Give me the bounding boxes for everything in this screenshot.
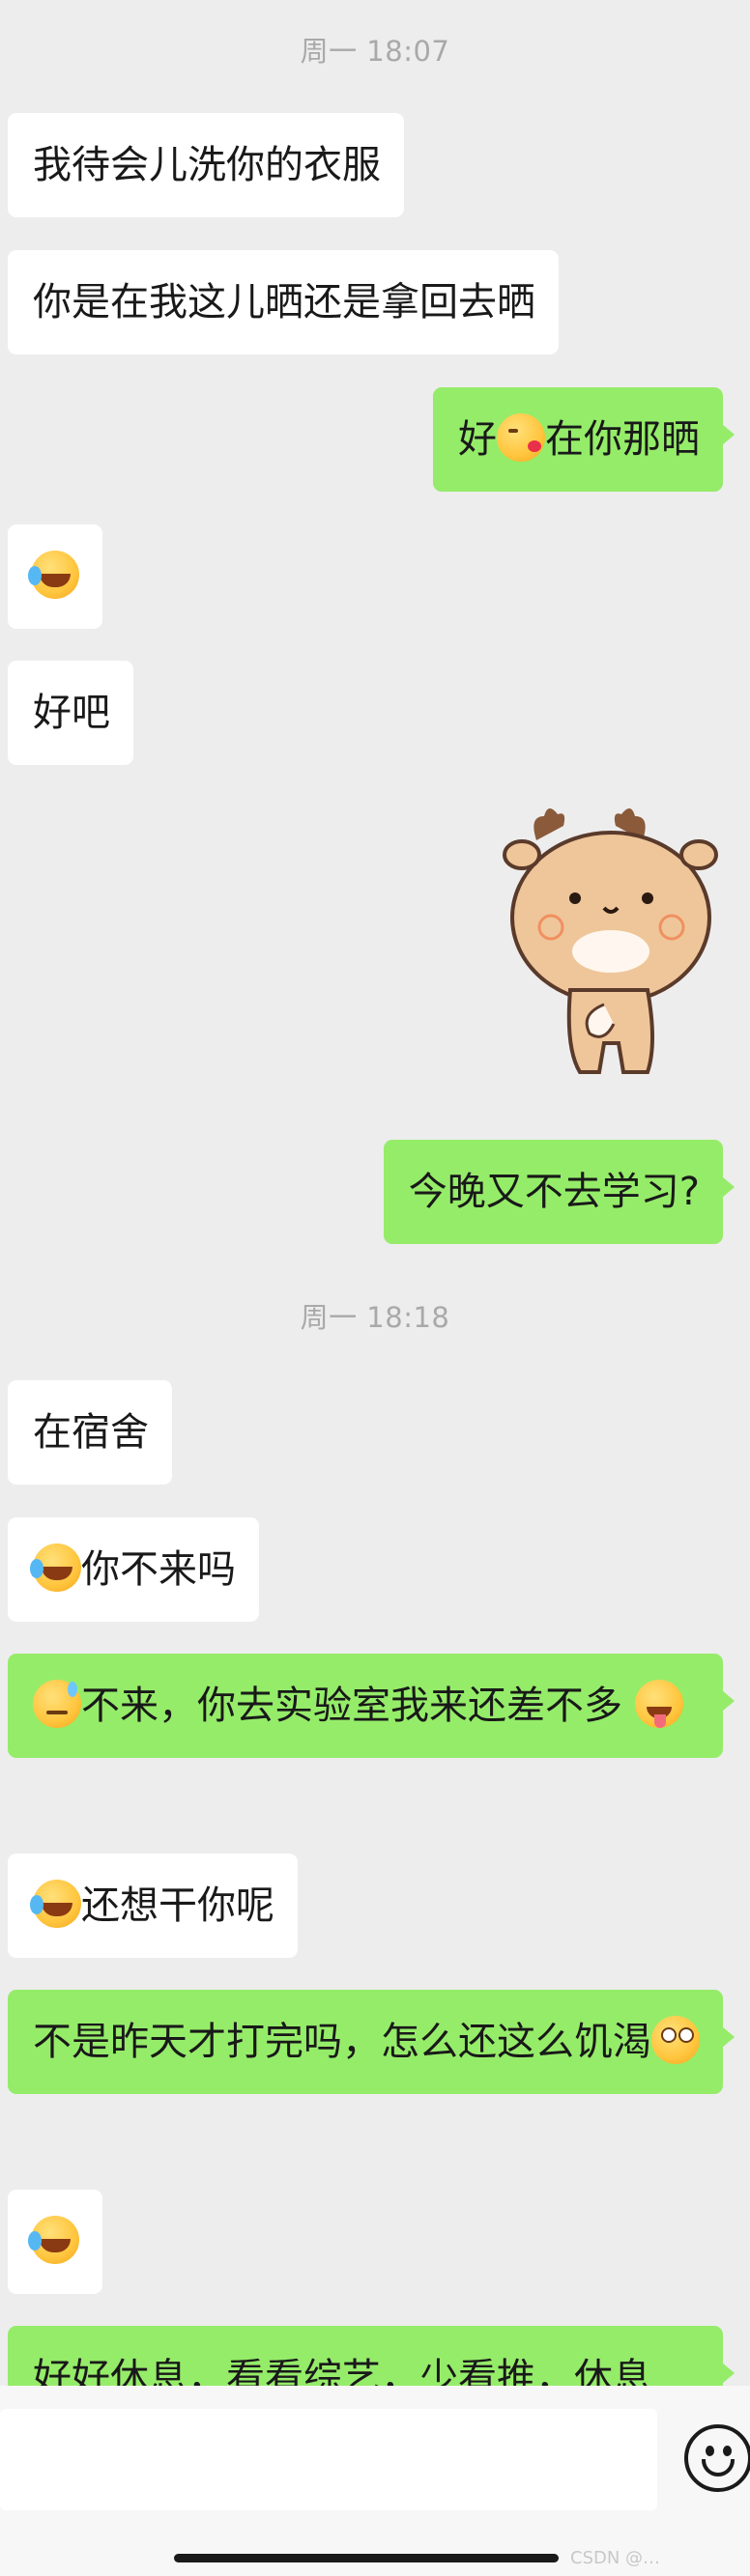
timestamp: 周一 18:18	[300, 1301, 450, 1334]
message-text: 好吧	[33, 691, 110, 735]
message-text: 你不来吗	[81, 1547, 236, 1592]
message-bubble[interactable]	[8, 2190, 102, 2294]
kiss-emoji-icon	[497, 413, 545, 462]
home-indicator	[174, 2554, 559, 2562]
message-text: 好好休息，看看综艺，少看推，休息	[33, 2356, 651, 2386]
message-text: 好	[458, 417, 497, 462]
sweat-emoji-icon	[33, 1680, 81, 1728]
smiley-mouth	[702, 2459, 735, 2477]
drool-emoji-icon	[634, 1680, 683, 1728]
message-text: 不来，你去实验室我来还差不多	[81, 1684, 622, 1728]
smiley-eye	[706, 2446, 714, 2456]
laugh-cry-emoji-icon	[28, 2216, 79, 2264]
message-text: 在你那晒	[545, 417, 700, 462]
message-text: 在宿舍	[33, 1410, 149, 1455]
message-text: 你是在我这儿晒还是拿回去晒	[33, 280, 535, 325]
message-bubble[interactable]: 你不来吗	[8, 1517, 259, 1622]
laugh-cry-emoji-icon	[30, 1543, 81, 1592]
chat-area[interactable]: 周一 18:07 我待会儿洗你的衣服 你是在我这儿晒还是拿回去晒 好 在你那晒 好…	[0, 0, 750, 2386]
message-text: 还想干你呢	[81, 1883, 274, 1928]
message-bubble[interactable]: 不来，你去实验室我来还差不多	[8, 1654, 735, 1758]
watermark: CSDN @…	[570, 2548, 661, 2568]
timestamp: 周一 18:07	[300, 35, 450, 68]
message-bubble[interactable]: 我待会儿洗你的衣服	[8, 113, 404, 217]
message-bubble[interactable]: 好吧	[8, 661, 133, 765]
smiley-eye	[723, 2446, 732, 2456]
message-text: 今晚又不去学习?	[408, 1170, 700, 1214]
message-bubble[interactable]: 好 在你那晒	[433, 387, 735, 492]
message-bubble[interactable]	[8, 524, 102, 629]
smiley-icon[interactable]	[684, 2424, 750, 2492]
message-bubble[interactable]: 不是昨天才打完吗，怎么还这么饥渴	[8, 1990, 735, 2094]
laugh-cry-emoji-icon	[28, 551, 79, 599]
message-bubble[interactable]: 还想干你呢	[8, 1854, 298, 1958]
eye-roll-emoji-icon	[651, 2016, 700, 2064]
message-bubble[interactable]: 好好休息，看看综艺，少看推，休息	[8, 2326, 735, 2386]
message-bubble[interactable]: 你是在我这儿晒还是拿回去晒	[8, 250, 559, 354]
message-bubble[interactable]: 在宿舍	[8, 1380, 172, 1485]
message-input[interactable]	[0, 2409, 657, 2510]
message-bubble[interactable]: 今晚又不去学习?	[383, 1140, 736, 1244]
deer-sticker[interactable]	[498, 802, 725, 1082]
laugh-cry-emoji-icon	[30, 1880, 81, 1928]
input-bar: CSDN @…	[0, 2386, 750, 2576]
message-text: 不是昨天才打完吗，怎么还这么饥渴	[33, 2020, 651, 2064]
message-text: 我待会儿洗你的衣服	[33, 143, 381, 187]
